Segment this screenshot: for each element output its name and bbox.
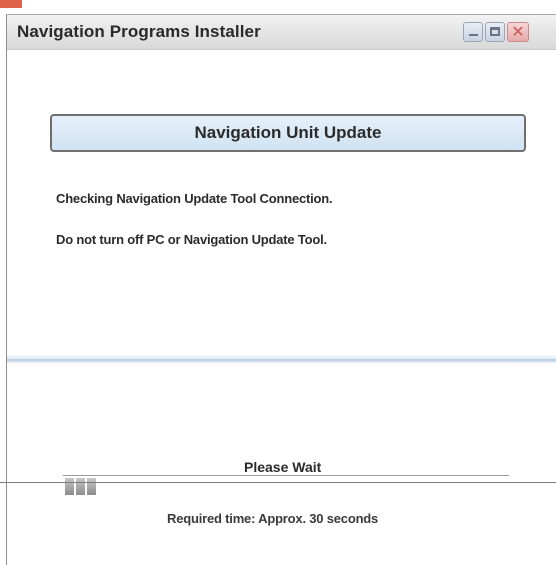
required-time-text: Required time: Approx. 30 seconds — [167, 511, 379, 526]
client-area: Navigation Unit Update Checking Navigati… — [7, 50, 556, 565]
header-title: Navigation Unit Update — [194, 123, 382, 142]
section-separator — [7, 355, 556, 363]
minimize-button[interactable] — [463, 22, 483, 42]
progress-fill — [65, 478, 96, 495]
title-bar[interactable]: Navigation Programs Installer ✕ — [7, 15, 556, 50]
progress-block — [76, 478, 85, 495]
progress-block — [65, 478, 74, 495]
maximize-button[interactable] — [485, 22, 505, 42]
maximize-icon — [490, 27, 500, 36]
progress-bar — [63, 475, 509, 497]
please-wait-label: Please Wait — [244, 459, 322, 475]
red-corner-mark — [0, 0, 22, 8]
minimize-icon — [469, 34, 478, 36]
header-panel: Navigation Unit Update — [50, 114, 526, 152]
window-title: Navigation Programs Installer — [17, 22, 261, 41]
status-message-warning: Do not turn off PC or Navigation Update … — [56, 232, 327, 247]
page-horizontal-rule — [0, 482, 556, 483]
close-icon: ✕ — [511, 24, 525, 41]
close-button[interactable]: ✕ — [507, 22, 529, 42]
screenshot-page: Navigation Programs Installer ✕ Navigati… — [0, 0, 556, 565]
progress-block — [87, 478, 96, 495]
status-message-connection: Checking Navigation Update Tool Connecti… — [56, 191, 333, 206]
progress-track-line — [63, 475, 509, 476]
